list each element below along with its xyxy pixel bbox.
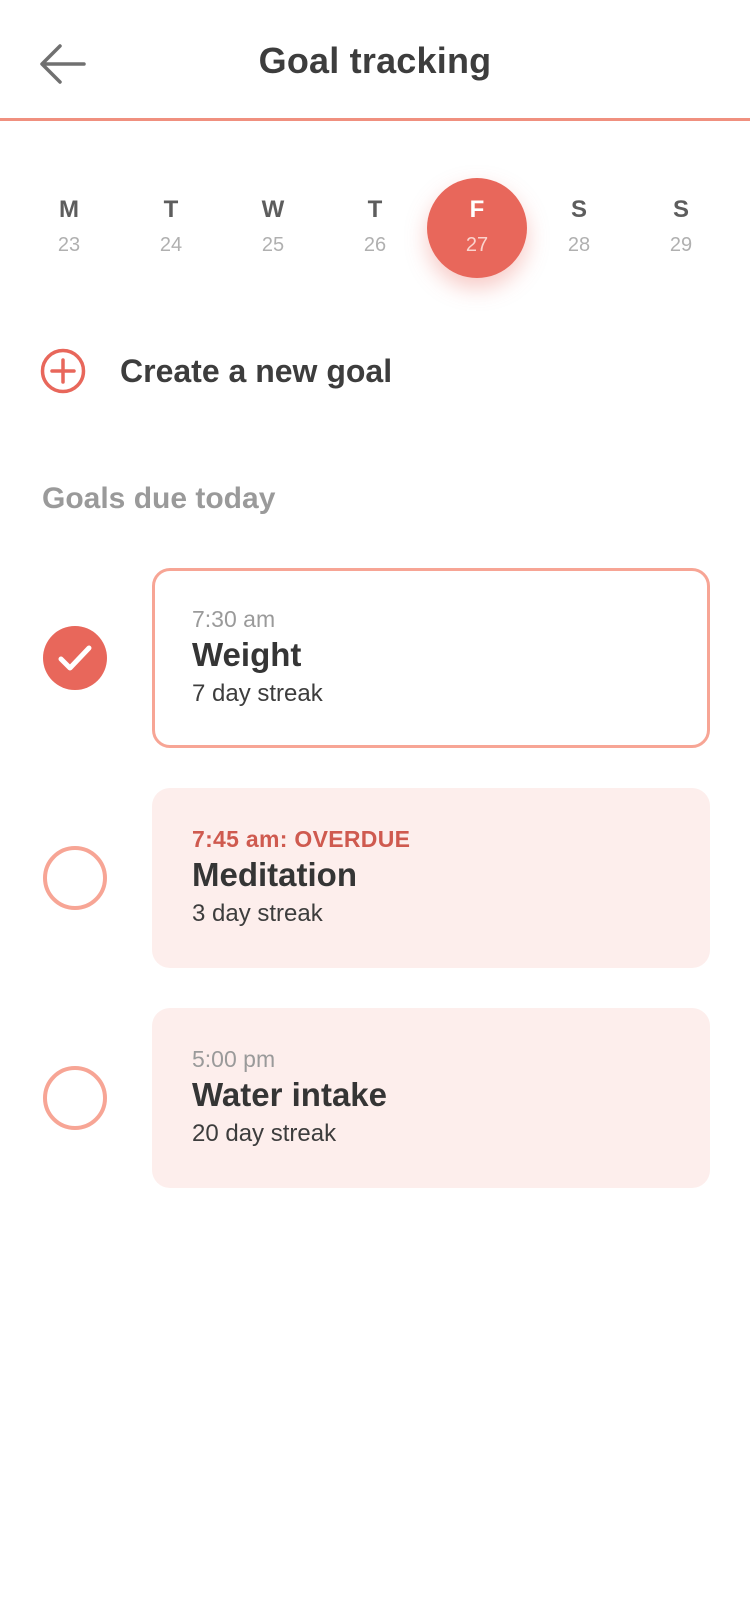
page-title: Goal tracking bbox=[258, 40, 492, 81]
checkmark-icon bbox=[58, 645, 92, 671]
goal-streak: 3 day streak bbox=[192, 900, 323, 927]
goal-card-weight[interactable]: 7:30 am Weight 7 day streak bbox=[152, 568, 710, 748]
day-date: 29 bbox=[669, 234, 693, 256]
day-sunday[interactable]: S 29 bbox=[631, 178, 731, 278]
day-thursday[interactable]: T 26 bbox=[325, 178, 425, 278]
plus-circle-icon bbox=[40, 348, 86, 394]
goal-checkbox-checked[interactable] bbox=[43, 626, 107, 690]
day-letter: F bbox=[469, 196, 485, 223]
day-monday[interactable]: M 23 bbox=[19, 178, 119, 278]
day-date: 24 bbox=[159, 234, 183, 256]
goal-time: 7:30 am bbox=[192, 606, 276, 632]
goal-name: Meditation bbox=[192, 856, 357, 893]
app-header: Goal tracking bbox=[0, 0, 750, 121]
day-friday-selected[interactable]: F 27 bbox=[427, 178, 527, 278]
create-goal-button[interactable]: Create a new goal bbox=[40, 348, 392, 394]
goal-card-meditation[interactable]: 7:45 am: OVERDUE Meditation 3 day streak bbox=[152, 788, 710, 968]
goal-checkbox-unchecked[interactable] bbox=[43, 846, 107, 910]
day-date: 27 bbox=[465, 234, 489, 256]
goal-time: 5:00 pm bbox=[192, 1046, 276, 1072]
goal-name: Weight bbox=[192, 636, 302, 673]
day-date: 23 bbox=[57, 234, 81, 256]
day-tuesday[interactable]: T 24 bbox=[121, 178, 221, 278]
week-day-selector: M 23 T 24 W 25 T 26 F 27 S 28 S 29 bbox=[0, 178, 750, 282]
day-letter: S bbox=[570, 196, 587, 223]
day-saturday[interactable]: S 28 bbox=[529, 178, 629, 278]
day-letter: W bbox=[261, 196, 285, 223]
goal-time-overdue: 7:45 am: OVERDUE bbox=[192, 826, 411, 852]
section-title: Goals due today bbox=[42, 482, 276, 515]
goal-card-water-intake[interactable]: 5:00 pm Water intake 20 day streak bbox=[152, 1008, 710, 1188]
day-letter: S bbox=[672, 196, 689, 223]
day-letter: T bbox=[367, 196, 383, 223]
day-letter: T bbox=[163, 196, 179, 223]
day-letter: M bbox=[59, 196, 79, 223]
day-date: 28 bbox=[567, 234, 591, 256]
goal-streak: 7 day streak bbox=[192, 680, 323, 707]
day-date: 25 bbox=[261, 234, 285, 256]
create-goal-label: Create a new goal bbox=[120, 352, 393, 389]
goal-checkbox-unchecked[interactable] bbox=[43, 1066, 107, 1130]
day-wednesday[interactable]: W 25 bbox=[223, 178, 323, 278]
goal-name: Water intake bbox=[192, 1076, 388, 1113]
day-date: 26 bbox=[363, 234, 387, 256]
goal-streak: 20 day streak bbox=[192, 1120, 337, 1147]
